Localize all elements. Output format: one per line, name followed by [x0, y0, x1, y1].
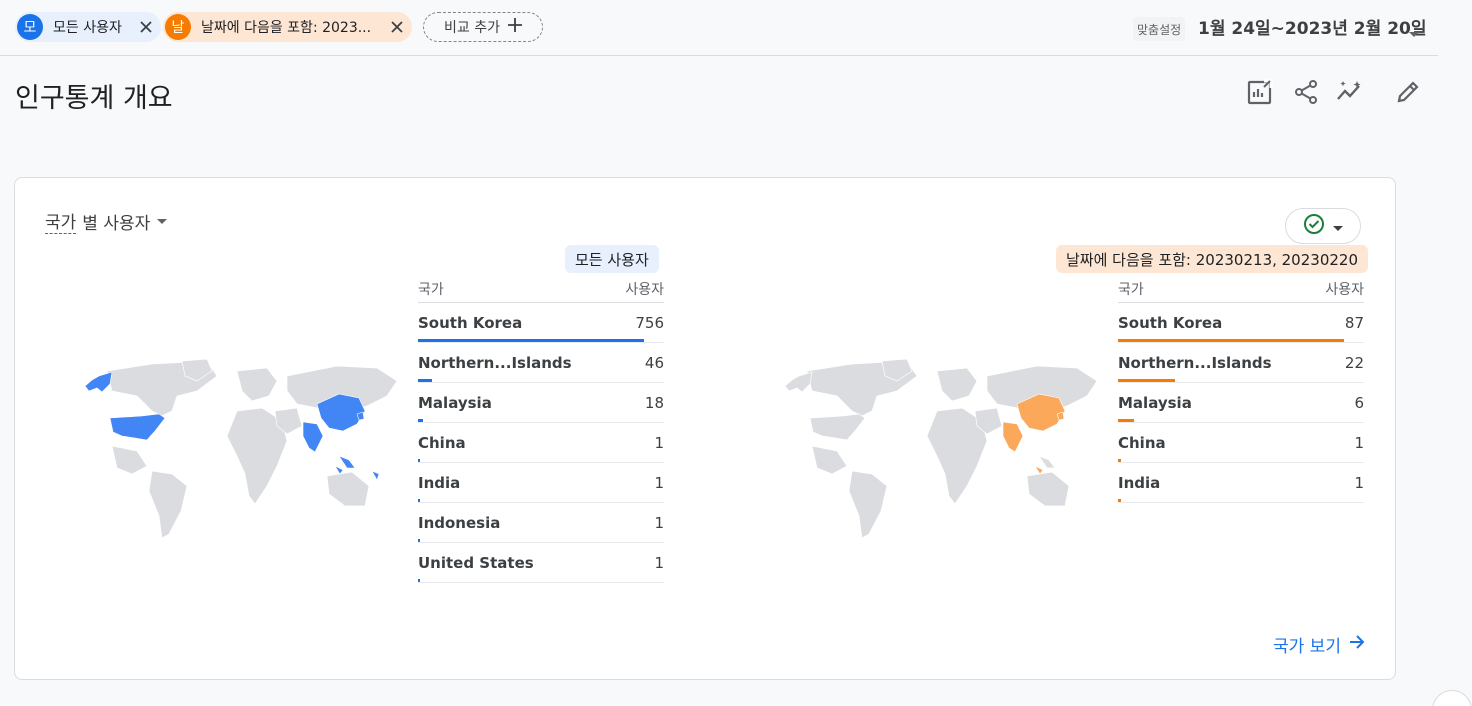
- table-header: 국가 사용자: [418, 279, 664, 303]
- share-bar: [418, 579, 420, 582]
- segment-label: 날짜에 다음을 포함: 2023...: [201, 20, 372, 36]
- table-row[interactable]: Northern...Islands 22: [1118, 343, 1364, 383]
- add-comparison-button[interactable]: 비교 추가: [423, 12, 543, 42]
- table-row[interactable]: China 1: [1118, 423, 1364, 463]
- segment-label: 모든 사용자: [53, 20, 122, 36]
- add-comparison-label: 비교 추가: [444, 20, 500, 36]
- user-count: 18: [644, 393, 664, 412]
- share-bar: [1118, 419, 1134, 422]
- card-title-metric: 별 사용자: [82, 213, 151, 234]
- table-row[interactable]: Northern...Islands 46: [418, 343, 664, 383]
- chevron-down-icon: [1333, 217, 1343, 236]
- card-title-dimension: 국가: [45, 208, 77, 234]
- chevron-down-icon: [156, 211, 168, 231]
- country-name: India: [1118, 473, 1161, 492]
- segment-badge: 날: [165, 14, 191, 40]
- share-bar: [418, 339, 644, 342]
- column-header-country[interactable]: 국가: [1118, 279, 1144, 302]
- share-bar: [418, 419, 423, 422]
- plus-icon: [507, 18, 522, 36]
- insights-status-button[interactable]: [1285, 208, 1361, 244]
- check-circle-icon: [1303, 213, 1325, 239]
- view-countries-link[interactable]: 국가 보기: [1273, 632, 1365, 657]
- close-icon[interactable]: [133, 14, 159, 40]
- table-header: 국가 사용자: [1118, 279, 1364, 303]
- country-name: Indonesia: [418, 513, 501, 532]
- country-name: Northern...Islands: [1118, 353, 1272, 372]
- country-name: China: [418, 433, 466, 452]
- country-name: China: [1118, 433, 1166, 452]
- user-count: 1: [654, 473, 664, 492]
- table-row[interactable]: India 1: [1118, 463, 1364, 503]
- table-row[interactable]: Malaysia 18: [418, 383, 664, 423]
- user-count: 46: [644, 353, 664, 372]
- date-range-picker[interactable]: 1월 24일~2023년 2월 20일: [1198, 14, 1427, 39]
- column-header-users[interactable]: 사용자: [625, 279, 664, 302]
- arrow-right-icon: [1349, 634, 1365, 655]
- user-count: 756: [635, 313, 664, 332]
- column-header-users[interactable]: 사용자: [1325, 279, 1364, 302]
- user-count: 22: [1344, 353, 1364, 372]
- card-title[interactable]: 국가 별 사용자: [45, 208, 168, 234]
- table-row[interactable]: United States 1: [418, 543, 664, 583]
- table-row[interactable]: China 1: [418, 423, 664, 463]
- country-name: South Korea: [418, 313, 523, 332]
- user-count: 1: [1354, 473, 1364, 492]
- table-row[interactable]: Malaysia 6: [1118, 383, 1364, 423]
- country-name: South Korea: [1118, 313, 1223, 332]
- world-map-date-segment: [784, 358, 1098, 539]
- country-name: Malaysia: [418, 393, 492, 412]
- segment-chip-all-users[interactable]: 모 모든 사용자: [15, 12, 161, 42]
- chevron-down-icon[interactable]: [1408, 24, 1420, 43]
- segment-badge: 모: [17, 14, 43, 40]
- table-row[interactable]: Indonesia 1: [418, 503, 664, 543]
- table-row[interactable]: India 1: [418, 463, 664, 503]
- country-name: Northern...Islands: [418, 353, 572, 372]
- country-name: Malaysia: [1118, 393, 1192, 412]
- insights-icon[interactable]: [1334, 76, 1366, 108]
- comparison-bar: 모 모든 사용자 날 날짜에 다음을 포함: 2023... 비교 추가 맞춤설…: [0, 0, 1438, 56]
- country-table-date-segment: 국가 사용자 South Korea 87 Northern...Islands 22…: [1118, 279, 1364, 503]
- date-mode-label: 맞춤설정: [1133, 17, 1186, 41]
- segment-tag-all-users: 모든 사용자: [565, 245, 659, 273]
- user-count: 1: [654, 553, 664, 572]
- segment-chip-date[interactable]: 날 날짜에 다음을 포함: 2023...: [163, 12, 412, 42]
- country-table-all-users: 국가 사용자 South Korea 756 Northern...Islands 4…: [418, 279, 664, 583]
- share-bar: [1118, 379, 1175, 382]
- share-bar: [1118, 459, 1121, 462]
- table-row[interactable]: South Korea 87: [1118, 303, 1364, 343]
- country-name: India: [418, 473, 461, 492]
- feedback-button[interactable]: [1432, 690, 1472, 706]
- share-icon[interactable]: [1290, 76, 1322, 108]
- user-count: 1: [654, 433, 664, 452]
- world-map-all-users: [84, 358, 398, 539]
- users-by-country-card: 국가 별 사용자 모든 사용자 국가 사용자 South Korea 756 N…: [14, 177, 1396, 680]
- page-title: 인구통계 개요: [15, 83, 173, 114]
- share-bar: [1118, 339, 1344, 342]
- user-count: 6: [1354, 393, 1364, 412]
- share-bar: [418, 459, 420, 462]
- user-count: 1: [654, 513, 664, 532]
- close-icon[interactable]: [384, 14, 410, 40]
- share-bar: [1118, 499, 1121, 502]
- country-name: United States: [418, 553, 534, 572]
- segment-tag-date: 날짜에 다음을 포함: 20230213, 20230220: [1056, 245, 1368, 273]
- edit-icon[interactable]: [1392, 76, 1424, 108]
- customize-report-icon[interactable]: [1244, 76, 1276, 108]
- column-header-country[interactable]: 국가: [418, 279, 444, 302]
- user-count: 87: [1344, 313, 1364, 332]
- share-bar: [418, 499, 420, 502]
- share-bar: [418, 379, 432, 382]
- share-bar: [418, 539, 420, 542]
- user-count: 1: [1354, 433, 1364, 452]
- view-countries-label: 국가 보기: [1273, 637, 1341, 657]
- table-row[interactable]: South Korea 756: [418, 303, 664, 343]
